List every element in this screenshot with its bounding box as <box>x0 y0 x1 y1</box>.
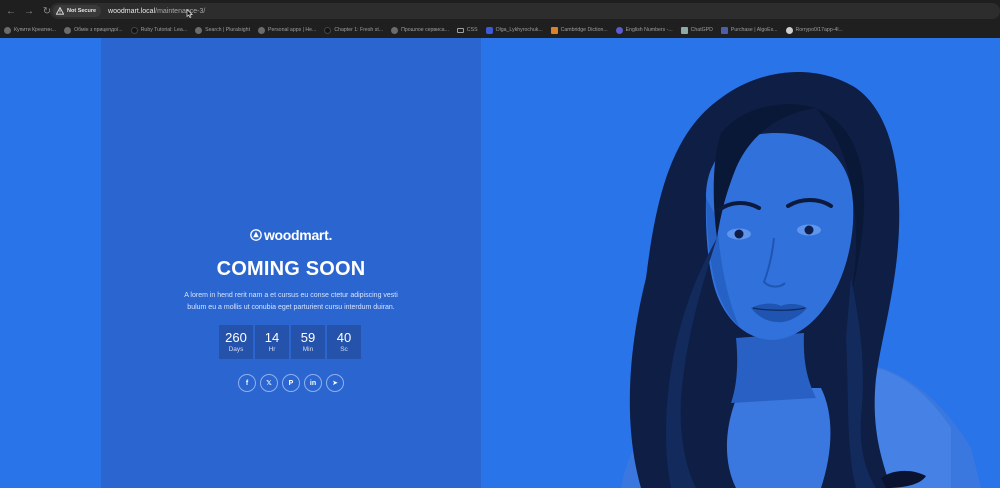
bookmark-label: Обмін з прицепдої... <box>74 27 123 33</box>
bookmark-item[interactable]: Прошлое сервиса... <box>387 26 453 34</box>
page-description: A lorem in hend rerit nam a et cursus eu… <box>184 292 398 311</box>
telegram-icon[interactable]: ➤ <box>326 374 344 392</box>
bookmark-label: English Numbers -... <box>625 27 673 33</box>
teal-icon <box>680 26 688 34</box>
maintenance-page: woodmart. COMING SOON A lorem in hend re… <box>0 38 1000 488</box>
countdown-value: 40 <box>336 330 352 345</box>
bookmark-label: Купити Креатин... <box>14 27 57 33</box>
hero-portrait-image <box>481 38 1000 488</box>
bookmark-item[interactable]: Обмін з прицепдої... <box>60 26 127 34</box>
countdown-min: 59 Min <box>291 325 325 359</box>
bookmark-label: Cambridge Diction... <box>560 27 608 33</box>
content-panel: woodmart. COMING SOON A lorem in hend re… <box>101 38 481 488</box>
purple-icon <box>615 26 623 34</box>
globe-icon <box>4 26 11 34</box>
linkedin-icon[interactable]: in <box>304 374 322 392</box>
bookmark-item[interactable]: ChatGPD <box>677 26 717 34</box>
bookmark-item[interactable]: Chapter 1: Fresh st... <box>320 26 387 34</box>
back-icon[interactable]: ← <box>3 3 19 19</box>
warning-icon <box>56 7 64 15</box>
bookmark-item[interactable]: Cambridge Diction... <box>547 26 612 34</box>
browser-toolbar: ← → ↻ Not Secure woodmart.local/maintena… <box>0 0 1000 22</box>
globe-icon <box>391 26 399 34</box>
bookmark-label: Purchase | AlgoEx... <box>730 27 778 33</box>
site-logo[interactable]: woodmart. <box>101 227 481 243</box>
bookmark-item[interactable]: Personal apps | He... <box>254 26 320 34</box>
globe-icon <box>258 26 266 34</box>
orange-icon <box>550 26 558 34</box>
browser-chrome: ← → ↻ Not Secure woodmart.local/maintena… <box>0 0 1000 38</box>
bookmark-label: ChatGPD <box>690 27 713 33</box>
countdown-label: Sc <box>340 346 348 353</box>
bookmark-item[interactable]: Search | Pluralsight <box>191 26 254 34</box>
grid-icon <box>720 26 728 34</box>
facebook-icon[interactable]: f <box>238 374 256 392</box>
countdown-sc: 40 Sc <box>327 325 361 359</box>
countdown-value: 260 <box>225 330 247 345</box>
countdown-timer: 260 Days 14 Hr 59 Min 40 Sc <box>219 325 361 359</box>
bookmark-label: Ruby Tutorial: Lea... <box>140 27 188 33</box>
countdown-label: Days <box>228 346 244 353</box>
mouse-cursor-icon <box>186 9 193 18</box>
folder-icon <box>456 27 464 33</box>
github-icon <box>785 26 793 34</box>
dark-icon <box>130 26 138 34</box>
globe-icon <box>64 26 72 34</box>
bookmark-item[interactable]: Ruby Tutorial: Lea... <box>127 26 191 34</box>
countdown-value: 14 <box>264 330 280 345</box>
bookmarks-bar: Купити Креатин... Обмін з прицепдої... Rub… <box>0 22 1000 38</box>
bookmark-label: Прошлое сервиса... <box>401 27 449 33</box>
dark-icon <box>324 26 332 34</box>
bookmark-item[interactable]: CSS <box>453 27 482 33</box>
social-links: f 𝕏 Pin ➤ <box>238 374 344 392</box>
bookmark-label: Rorrypo0/17app-4l... <box>795 27 843 33</box>
bookmark-item[interactable]: Купити Креатин... <box>0 26 60 34</box>
bookmark-item[interactable]: Olga_Lykhyrochuk... <box>482 26 547 34</box>
woodmart-logo-icon <box>250 229 262 241</box>
bookmark-label: Chapter 1: Fresh st... <box>334 27 384 33</box>
countdown-label: Hr <box>268 346 276 353</box>
bookmark-item[interactable]: Rorrypo0/17app-4l... <box>782 26 847 34</box>
security-label: Not Secure <box>67 8 97 14</box>
bookmark-label: Personal apps | He... <box>268 27 317 33</box>
bookmark-item[interactable]: English Numbers -... <box>612 26 677 34</box>
countdown-hr: 14 Hr <box>255 325 289 359</box>
page-title: COMING SOON <box>216 258 366 280</box>
countdown-label: Min <box>302 346 314 353</box>
countdown-days: 260 Days <box>219 325 253 359</box>
url-path: /maintenance-3/ <box>155 7 206 15</box>
bookmark-item[interactable]: Purchase | AlgoEx... <box>717 26 782 34</box>
blue-icon <box>485 26 493 34</box>
bookmark-label: CSS <box>466 27 478 33</box>
bookmark-label: Search | Pluralsight <box>205 27 251 33</box>
forward-icon[interactable]: → <box>21 3 37 19</box>
logo-text: woodmart. <box>263 227 333 243</box>
pinterest-icon[interactable]: P <box>282 374 300 392</box>
url-host: woodmart.local <box>108 7 156 15</box>
globe-icon <box>195 26 203 34</box>
countdown-value: 59 <box>300 330 316 345</box>
x-icon[interactable]: 𝕏 <box>260 374 278 392</box>
security-badge[interactable]: Not Secure <box>53 5 102 17</box>
bookmark-label: Olga_Lykhyrochuk... <box>495 27 543 33</box>
